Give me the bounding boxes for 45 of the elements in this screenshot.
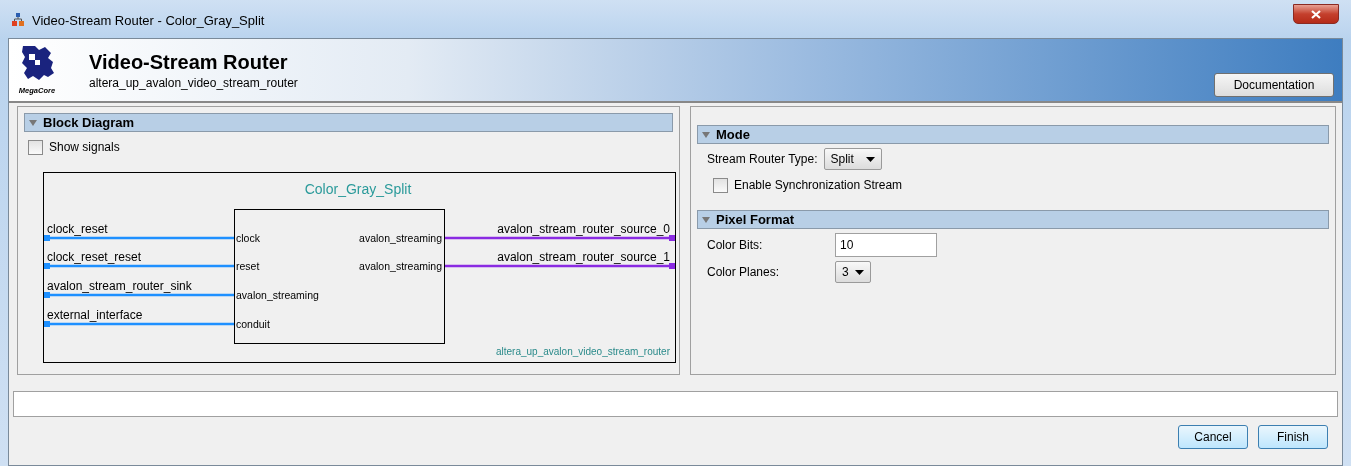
interface-label: external_interface <box>47 308 143 322</box>
collapse-triangle-icon[interactable] <box>702 131 710 138</box>
checkbox[interactable] <box>28 139 43 155</box>
port-label: clock <box>236 232 260 244</box>
interface-label: clock_reset <box>47 222 108 236</box>
dialog-button[interactable]: Finish <box>1258 425 1328 449</box>
section-title: Pixel Format <box>716 212 795 227</box>
port-label: avalon_streaming <box>359 260 442 272</box>
collapse-triangle-icon[interactable] <box>29 119 37 126</box>
message-field[interactable] <box>13 391 1338 417</box>
close-button[interactable] <box>1293 4 1339 24</box>
section-title: Block Diagram <box>43 115 135 130</box>
dialog-button[interactable]: Cancel <box>1178 425 1248 449</box>
color-planes-dropdown[interactable]: 3 <box>835 261 871 283</box>
field-label: Color Bits: <box>707 238 764 252</box>
instance-name: Color_Gray_Split <box>304 181 412 197</box>
section-header[interactable]: Mode <box>697 125 1329 144</box>
field-label: Color Planes: <box>707 265 781 279</box>
module-name: altera_up_avalon_video_stream_router <box>496 346 670 357</box>
checkbox-label: Show signals <box>49 140 120 154</box>
section-title: Mode <box>716 127 750 142</box>
app-icon <box>12 13 24 27</box>
collapse-triangle-icon[interactable] <box>702 216 710 223</box>
window-title: Video-Stream Router - Color_Gray_Split <box>32 12 266 28</box>
section-header[interactable]: Pixel Format <box>697 210 1329 229</box>
router-type-dropdown[interactable]: Split <box>823 148 882 170</box>
component-title: Video-Stream Router <box>89 50 289 74</box>
port-label: reset <box>236 260 260 272</box>
interface-label: clock_reset_reset <box>47 250 142 264</box>
checkbox-label: Enable Synchronization Stream <box>734 178 903 192</box>
port-label: avalon_streaming <box>359 232 442 244</box>
color-bits-field[interactable]: 10 <box>835 233 937 257</box>
checkbox[interactable] <box>713 177 728 193</box>
interface-label: avalon_stream_router_source_0 <box>497 222 670 236</box>
caret-icon <box>865 156 875 162</box>
caret-icon <box>854 269 864 275</box>
field-label: Stream Router Type: <box>707 152 818 166</box>
documentation-button[interactable]: Documentation <box>1214 73 1334 97</box>
component-id: altera_up_avalon_video_stream_router <box>89 75 299 90</box>
interface-label: avalon_stream_router_sink <box>47 279 192 293</box>
interface-label: avalon_stream_router_source_1 <box>497 250 670 264</box>
close-icon <box>1311 9 1321 19</box>
port-label: avalon_streaming <box>236 289 319 301</box>
port-label: conduit <box>236 318 270 330</box>
section-header[interactable]: Block Diagram <box>24 113 673 132</box>
